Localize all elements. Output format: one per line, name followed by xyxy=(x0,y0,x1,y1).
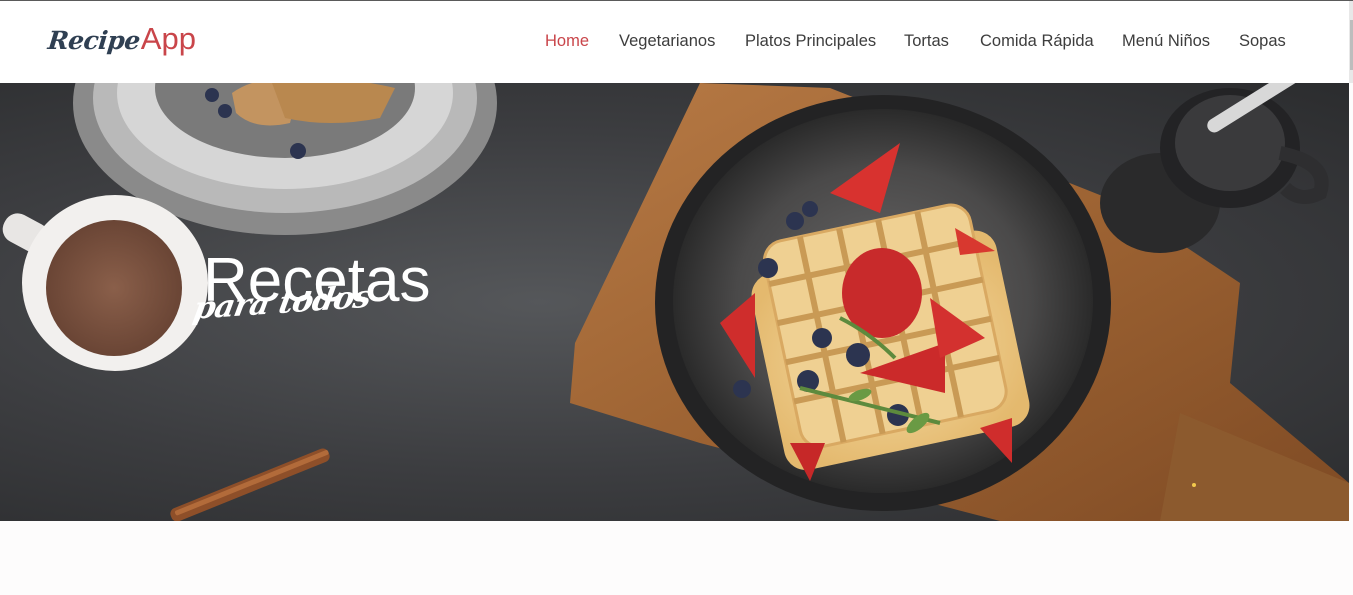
nav-item-menu-ninos[interactable]: Menú Niños xyxy=(1122,32,1210,51)
brand-logo[interactable]: Recipe App xyxy=(46,21,196,65)
nav-item-platos-principales[interactable]: Platos Principales xyxy=(745,32,876,51)
nav-item-tortas[interactable]: Tortas xyxy=(904,32,949,51)
nav-item-home[interactable]: Home xyxy=(545,32,589,51)
brand-logo-app: App xyxy=(140,21,196,56)
hero-banner: Recetas para todos xyxy=(0,83,1349,521)
coffee-cup-icon xyxy=(2,195,208,371)
nav-item-comida-rapida[interactable]: Comida Rápida xyxy=(980,32,1094,51)
nav-item-vegetarianos[interactable]: Vegetarianos xyxy=(619,32,715,51)
syrup-pitcher-icon xyxy=(1100,83,1329,253)
nav-item-sopas[interactable]: Sopas xyxy=(1239,32,1286,51)
content-area xyxy=(0,521,1353,595)
carousel-indicator[interactable] xyxy=(1192,483,1196,487)
cinnamon-stick-icon xyxy=(170,448,330,521)
navbar: Recipe App Home Vegetarianos Platos Prin… xyxy=(0,1,1353,83)
waffle-plate-icon xyxy=(655,95,1111,511)
brand-logo-recipe: Recipe xyxy=(46,26,142,55)
